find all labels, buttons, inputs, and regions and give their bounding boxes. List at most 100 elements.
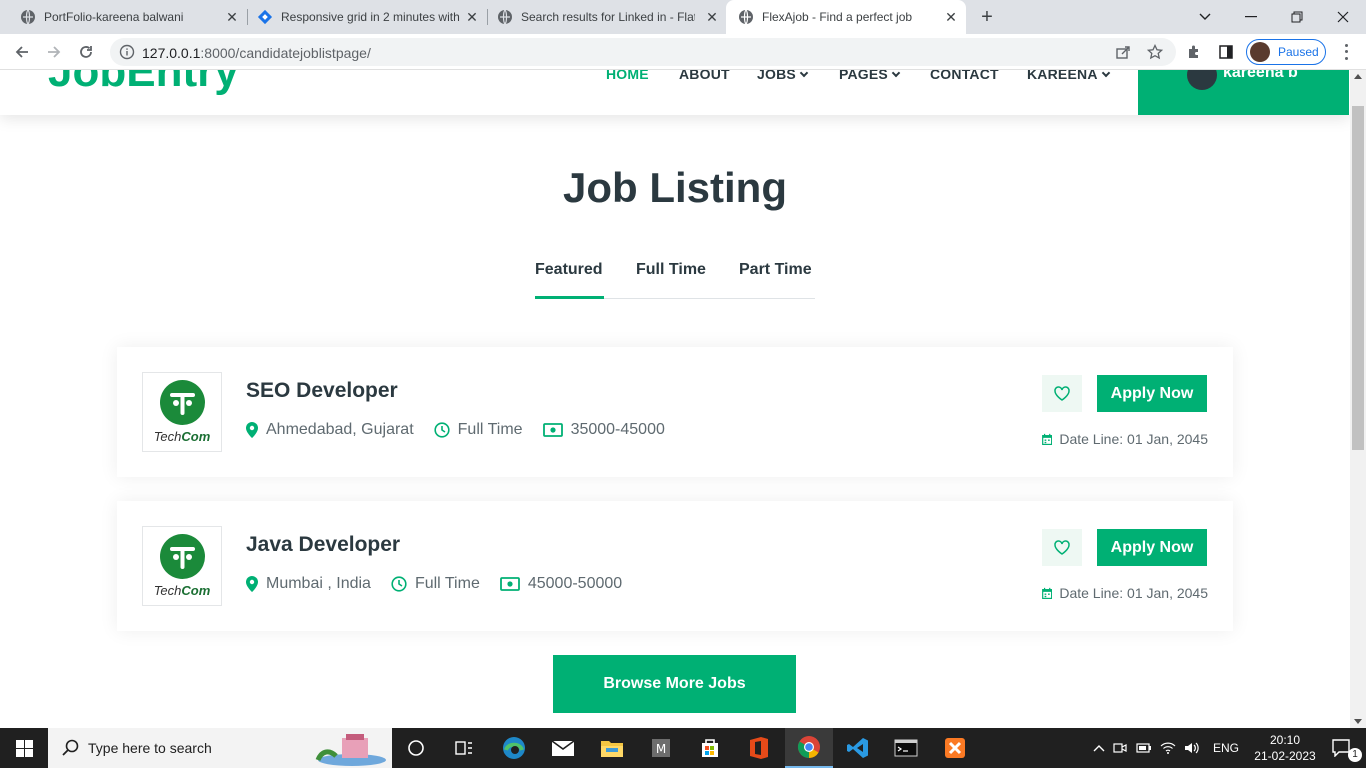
taskbar-clock[interactable]: 20:10 21-02-2023 bbox=[1252, 732, 1318, 764]
task-view-icon[interactable] bbox=[392, 728, 440, 768]
share-icon[interactable] bbox=[1113, 42, 1133, 62]
url-path: :8000/candidatejoblistpage/ bbox=[200, 45, 371, 61]
file-explorer-icon[interactable] bbox=[588, 728, 636, 768]
favorite-button[interactable] bbox=[1042, 529, 1082, 566]
job-salary: 45000-50000 bbox=[499, 575, 622, 593]
minimize-button[interactable] bbox=[1228, 0, 1274, 34]
chrome-icon[interactable] bbox=[785, 728, 833, 768]
nav-pages[interactable]: PAGES bbox=[839, 70, 901, 82]
windows-start-button[interactable] bbox=[0, 728, 48, 768]
active-tab-indicator bbox=[535, 296, 604, 299]
notification-center-icon[interactable]: 1 bbox=[1318, 728, 1366, 768]
nav-contact[interactable]: CONTACT bbox=[930, 70, 999, 82]
job-type-text: Full Time bbox=[457, 421, 523, 438]
map-marker-icon bbox=[246, 576, 258, 592]
calendar-icon bbox=[1042, 433, 1053, 445]
job-location: Mumbai , India bbox=[246, 575, 371, 593]
clock-icon bbox=[434, 422, 450, 438]
company-logo: TechCom bbox=[142, 372, 222, 452]
close-icon[interactable]: ✕ bbox=[944, 10, 958, 24]
side-panel-icon[interactable] bbox=[1216, 42, 1236, 62]
heart-icon bbox=[1054, 386, 1070, 401]
back-button[interactable] bbox=[10, 40, 34, 64]
nav-about[interactable]: ABOUT bbox=[679, 70, 730, 82]
chevron-down-icon[interactable] bbox=[1182, 0, 1228, 34]
vscode-icon[interactable] bbox=[834, 728, 882, 768]
chevron-down-icon bbox=[891, 70, 901, 78]
widgets-icon[interactable] bbox=[440, 728, 488, 768]
terminal-icon[interactable] bbox=[882, 728, 930, 768]
job-type-text: Full Time bbox=[414, 575, 480, 592]
tab-title: FlexAjob - Find a perfect job bbox=[762, 10, 913, 24]
language-indicator[interactable]: ENG bbox=[1208, 741, 1244, 755]
close-icon[interactable]: ✕ bbox=[705, 10, 719, 24]
browser-tab[interactable]: PortFolio-kareena balwani ✕ bbox=[0, 0, 247, 34]
office-icon[interactable] bbox=[735, 728, 783, 768]
profile-button[interactable]: Paused bbox=[1246, 39, 1326, 65]
job-type: Full Time bbox=[391, 575, 480, 593]
job-location: Ahmedabad, Gujarat bbox=[246, 421, 414, 439]
nav-user-menu[interactable]: KAREENA bbox=[1027, 70, 1110, 82]
windows-taskbar: Type here to search M ENG 20:10 21-02-20… bbox=[0, 728, 1366, 768]
address-bar[interactable]: 127.0.0.1:8000/candidatejoblistpage/ bbox=[110, 38, 1176, 66]
tab-part-time[interactable]: Part Time bbox=[739, 261, 812, 279]
browser-tab-active[interactable]: FlexAjob - Find a perfect job ✕ bbox=[726, 0, 966, 34]
new-tab-button[interactable]: + bbox=[976, 6, 998, 28]
more-menu-icon[interactable] bbox=[1338, 42, 1354, 62]
job-meta: Ahmedabad, Gujarat Full Time 35000-45000 bbox=[246, 421, 685, 439]
mail-icon[interactable] bbox=[539, 728, 587, 768]
clock-icon bbox=[391, 576, 407, 592]
avatar bbox=[1250, 42, 1270, 62]
forward-button[interactable] bbox=[42, 40, 66, 64]
apply-now-button[interactable]: Apply Now bbox=[1097, 375, 1207, 412]
battery-icon[interactable] bbox=[1132, 743, 1156, 753]
bookmark-star-icon[interactable] bbox=[1145, 42, 1165, 62]
wifi-icon[interactable] bbox=[1156, 742, 1180, 754]
scroll-down-arrow[interactable] bbox=[1354, 719, 1362, 724]
nav-user-label: KAREENA bbox=[1027, 70, 1098, 82]
reload-button[interactable] bbox=[74, 40, 98, 64]
user-name: kareena b bbox=[1223, 70, 1298, 81]
restore-button[interactable] bbox=[1274, 0, 1320, 34]
money-bill-icon bbox=[542, 423, 563, 437]
site-logo[interactable]: JobEntry bbox=[48, 70, 239, 97]
info-icon[interactable] bbox=[119, 44, 135, 60]
location-text: Ahmedabad, Gujarat bbox=[266, 421, 414, 438]
web-page: JobEntry HOME ABOUT JOBS PAGES CONTACT K… bbox=[0, 70, 1350, 728]
site-header: JobEntry HOME ABOUT JOBS PAGES CONTACT K… bbox=[0, 70, 1350, 115]
browse-more-jobs-button[interactable]: Browse More Jobs bbox=[553, 655, 796, 713]
taskbar-search[interactable]: Type here to search bbox=[48, 728, 392, 768]
extensions-icon[interactable] bbox=[1184, 42, 1204, 62]
nav-jobs[interactable]: JOBS bbox=[757, 70, 809, 82]
edge-browser-icon[interactable] bbox=[490, 728, 538, 768]
job-card: TechCom SEO Developer Ahmedabad, Gujarat… bbox=[117, 347, 1233, 477]
page-title: Job Listing bbox=[563, 164, 787, 211]
meet-now-icon[interactable] bbox=[1108, 742, 1132, 754]
nav-jobs-label: JOBS bbox=[757, 70, 796, 82]
xampp-icon[interactable] bbox=[931, 728, 979, 768]
company-logo: TechCom bbox=[142, 526, 222, 606]
browser-tab[interactable]: Responsive grid in 2 minutes with ✕ bbox=[237, 0, 487, 34]
scrollbar-thumb[interactable] bbox=[1352, 106, 1364, 450]
job-title: SEO Developer bbox=[246, 379, 398, 402]
profile-status: Paused bbox=[1278, 45, 1319, 59]
user-profile-button[interactable]: kareena b bbox=[1138, 70, 1349, 115]
close-window-button[interactable] bbox=[1320, 0, 1366, 34]
browser-tab[interactable]: Search results for Linked in - Flat ✕ bbox=[477, 0, 727, 34]
chevron-up-icon[interactable] bbox=[1090, 744, 1108, 752]
microsoft-store-icon[interactable] bbox=[686, 728, 734, 768]
apply-now-button[interactable]: Apply Now bbox=[1097, 529, 1207, 566]
scroll-up-arrow[interactable] bbox=[1354, 74, 1362, 79]
tab-full-time[interactable]: Full Time bbox=[636, 261, 706, 279]
tab-featured[interactable]: Featured bbox=[535, 261, 603, 279]
app-m-icon[interactable]: M bbox=[637, 728, 685, 768]
favorite-button[interactable] bbox=[1042, 375, 1082, 412]
nav-home[interactable]: HOME bbox=[606, 70, 649, 82]
page-scrollbar[interactable] bbox=[1350, 70, 1366, 728]
chevron-down-icon bbox=[799, 70, 809, 78]
volume-icon[interactable] bbox=[1180, 742, 1204, 754]
job-salary: 35000-45000 bbox=[542, 421, 665, 439]
calendar-icon bbox=[1042, 587, 1053, 599]
techcom-logo-icon bbox=[160, 380, 205, 425]
company-name: TechCom bbox=[153, 583, 211, 598]
